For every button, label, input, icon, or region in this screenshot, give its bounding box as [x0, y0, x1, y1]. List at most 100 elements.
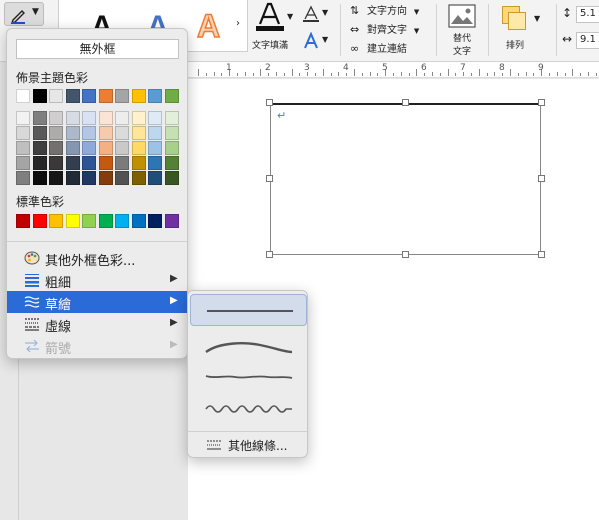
sketch-style-freehand[interactable] — [190, 365, 307, 397]
dashes-item[interactable]: 虛線 ▶ — [7, 313, 187, 335]
alt-text-button[interactable]: 替代 文字 — [444, 4, 480, 58]
theme-color-shade-swatch[interactable] — [115, 126, 129, 140]
theme-color-shade-swatch[interactable] — [65, 171, 80, 185]
weight-item[interactable]: 粗細 ▶ — [7, 269, 187, 291]
theme-color-swatch[interactable] — [98, 89, 113, 103]
theme-color-shade-swatch[interactable] — [32, 111, 47, 125]
resize-handle-top-left[interactable] — [266, 99, 273, 106]
theme-color-shade-swatch[interactable] — [115, 171, 129, 185]
arrange-button[interactable]: ▼ 排列 — [496, 2, 552, 56]
theme-color-shade-swatch[interactable] — [164, 111, 179, 125]
theme-color-shade-swatch[interactable] — [131, 141, 146, 155]
theme-color-shade-swatch[interactable] — [16, 156, 30, 170]
theme-color-shade-swatch[interactable] — [65, 126, 80, 140]
sketch-style-curved[interactable] — [190, 332, 307, 364]
sketch-style-scribble[interactable] — [190, 395, 307, 427]
theme-color-swatch[interactable] — [131, 89, 146, 103]
resize-handle-middle-right[interactable] — [538, 175, 545, 182]
standard-color-swatch[interactable] — [148, 214, 162, 228]
theme-color-shade-swatch[interactable] — [164, 141, 179, 155]
theme-color-swatch[interactable] — [164, 89, 179, 103]
height-value[interactable]: 5.1 — [576, 6, 599, 23]
theme-color-swatch[interactable] — [82, 89, 96, 103]
standard-color-swatch[interactable] — [115, 214, 129, 228]
theme-color-shade-swatch[interactable] — [82, 141, 96, 155]
shape-outline-button[interactable]: ▼ — [4, 2, 44, 26]
theme-color-shade-swatch[interactable] — [32, 171, 47, 185]
theme-color-shade-swatch[interactable] — [49, 171, 63, 185]
theme-color-shade-swatch[interactable] — [82, 171, 96, 185]
theme-color-shade-swatch[interactable] — [49, 156, 63, 170]
theme-color-shade-swatch[interactable] — [49, 111, 63, 125]
theme-color-shade-swatch[interactable] — [82, 126, 96, 140]
theme-color-swatch[interactable] — [32, 89, 47, 103]
theme-color-shade-swatch[interactable] — [98, 141, 113, 155]
wordart-style-orange-outline[interactable]: A — [196, 7, 221, 45]
standard-color-swatch[interactable] — [49, 214, 63, 228]
standard-color-swatch[interactable] — [65, 214, 80, 228]
theme-color-shade-swatch[interactable] — [65, 141, 80, 155]
theme-color-shade-swatch[interactable] — [16, 141, 30, 155]
sketch-style-straight[interactable] — [190, 294, 307, 326]
theme-color-swatch[interactable] — [65, 89, 80, 103]
theme-color-swatch[interactable] — [148, 89, 162, 103]
align-text-button[interactable]: ⇔ 對齊文字 ▼ — [350, 21, 430, 37]
resize-handle-top-right[interactable] — [538, 99, 545, 106]
standard-color-swatch[interactable] — [164, 214, 179, 228]
theme-color-shade-swatch[interactable] — [131, 171, 146, 185]
theme-color-shade-swatch[interactable] — [148, 141, 162, 155]
theme-color-shade-swatch[interactable] — [148, 126, 162, 140]
standard-color-swatch[interactable] — [32, 214, 47, 228]
theme-color-shade-swatch[interactable] — [131, 156, 146, 170]
theme-color-shade-swatch[interactable] — [115, 111, 129, 125]
text-outline-button[interactable]: ▼ — [302, 5, 332, 25]
theme-color-shade-swatch[interactable] — [32, 141, 47, 155]
theme-color-shade-swatch[interactable] — [49, 126, 63, 140]
theme-color-shade-swatch[interactable] — [16, 171, 30, 185]
theme-color-shade-swatch[interactable] — [98, 171, 113, 185]
theme-color-shade-swatch[interactable] — [98, 111, 113, 125]
resize-handle-middle-left[interactable] — [266, 175, 273, 182]
theme-color-shade-swatch[interactable] — [32, 126, 47, 140]
standard-color-swatch[interactable] — [131, 214, 146, 228]
theme-color-swatch[interactable] — [16, 89, 30, 103]
theme-color-shade-swatch[interactable] — [115, 141, 129, 155]
more-outline-colors-item[interactable]: 其他外框色彩... — [7, 247, 187, 269]
create-link-button[interactable]: ∞ 建立連結 — [350, 40, 430, 56]
more-lines-item[interactable]: 其他線條... — [188, 434, 307, 456]
theme-color-shade-swatch[interactable] — [164, 156, 179, 170]
no-outline-button[interactable]: 無外框 — [16, 39, 179, 59]
theme-color-shade-swatch[interactable] — [98, 126, 113, 140]
text-direction-button[interactable]: ⇅ 文字方向 ▼ — [350, 2, 430, 18]
theme-color-shade-swatch[interactable] — [98, 156, 113, 170]
theme-color-shade-swatch[interactable] — [16, 126, 30, 140]
theme-color-shade-swatch[interactable] — [148, 156, 162, 170]
text-box[interactable]: ↵ — [270, 103, 541, 255]
theme-color-shade-swatch[interactable] — [32, 156, 47, 170]
theme-color-shade-swatch[interactable] — [131, 126, 146, 140]
theme-color-shade-swatch[interactable] — [148, 111, 162, 125]
resize-handle-bottom-right[interactable] — [538, 251, 545, 258]
sketched-item[interactable]: 草繪 ▶ — [7, 291, 187, 313]
resize-handle-bottom-middle[interactable] — [402, 251, 409, 258]
text-fill-button[interactable]: ▼ 文字填滿 — [252, 2, 296, 52]
standard-color-swatch[interactable] — [98, 214, 113, 228]
theme-color-swatch[interactable] — [115, 89, 129, 103]
horizontal-ruler[interactable]: 1 2 3 4 5 6 7 8 9 — [188, 62, 599, 78]
theme-color-shade-swatch[interactable] — [131, 111, 146, 125]
theme-color-swatch[interactable] — [49, 89, 63, 103]
gallery-scroll-arrow[interactable]: › — [236, 18, 240, 29]
width-value[interactable]: 9.1 — [576, 32, 599, 49]
theme-color-shade-swatch[interactable] — [16, 111, 30, 125]
theme-color-shade-swatch[interactable] — [164, 171, 179, 185]
resize-handle-bottom-left[interactable] — [266, 251, 273, 258]
theme-color-shade-swatch[interactable] — [115, 156, 129, 170]
theme-color-shade-swatch[interactable] — [82, 156, 96, 170]
resize-handle-top-middle[interactable] — [402, 99, 409, 106]
standard-color-swatch[interactable] — [82, 214, 96, 228]
width-spinner[interactable]: ↔ 9.1 — [562, 32, 599, 50]
theme-color-shade-swatch[interactable] — [65, 111, 80, 125]
theme-color-shade-swatch[interactable] — [65, 156, 80, 170]
theme-color-shade-swatch[interactable] — [49, 141, 63, 155]
standard-color-swatch[interactable] — [16, 214, 30, 228]
